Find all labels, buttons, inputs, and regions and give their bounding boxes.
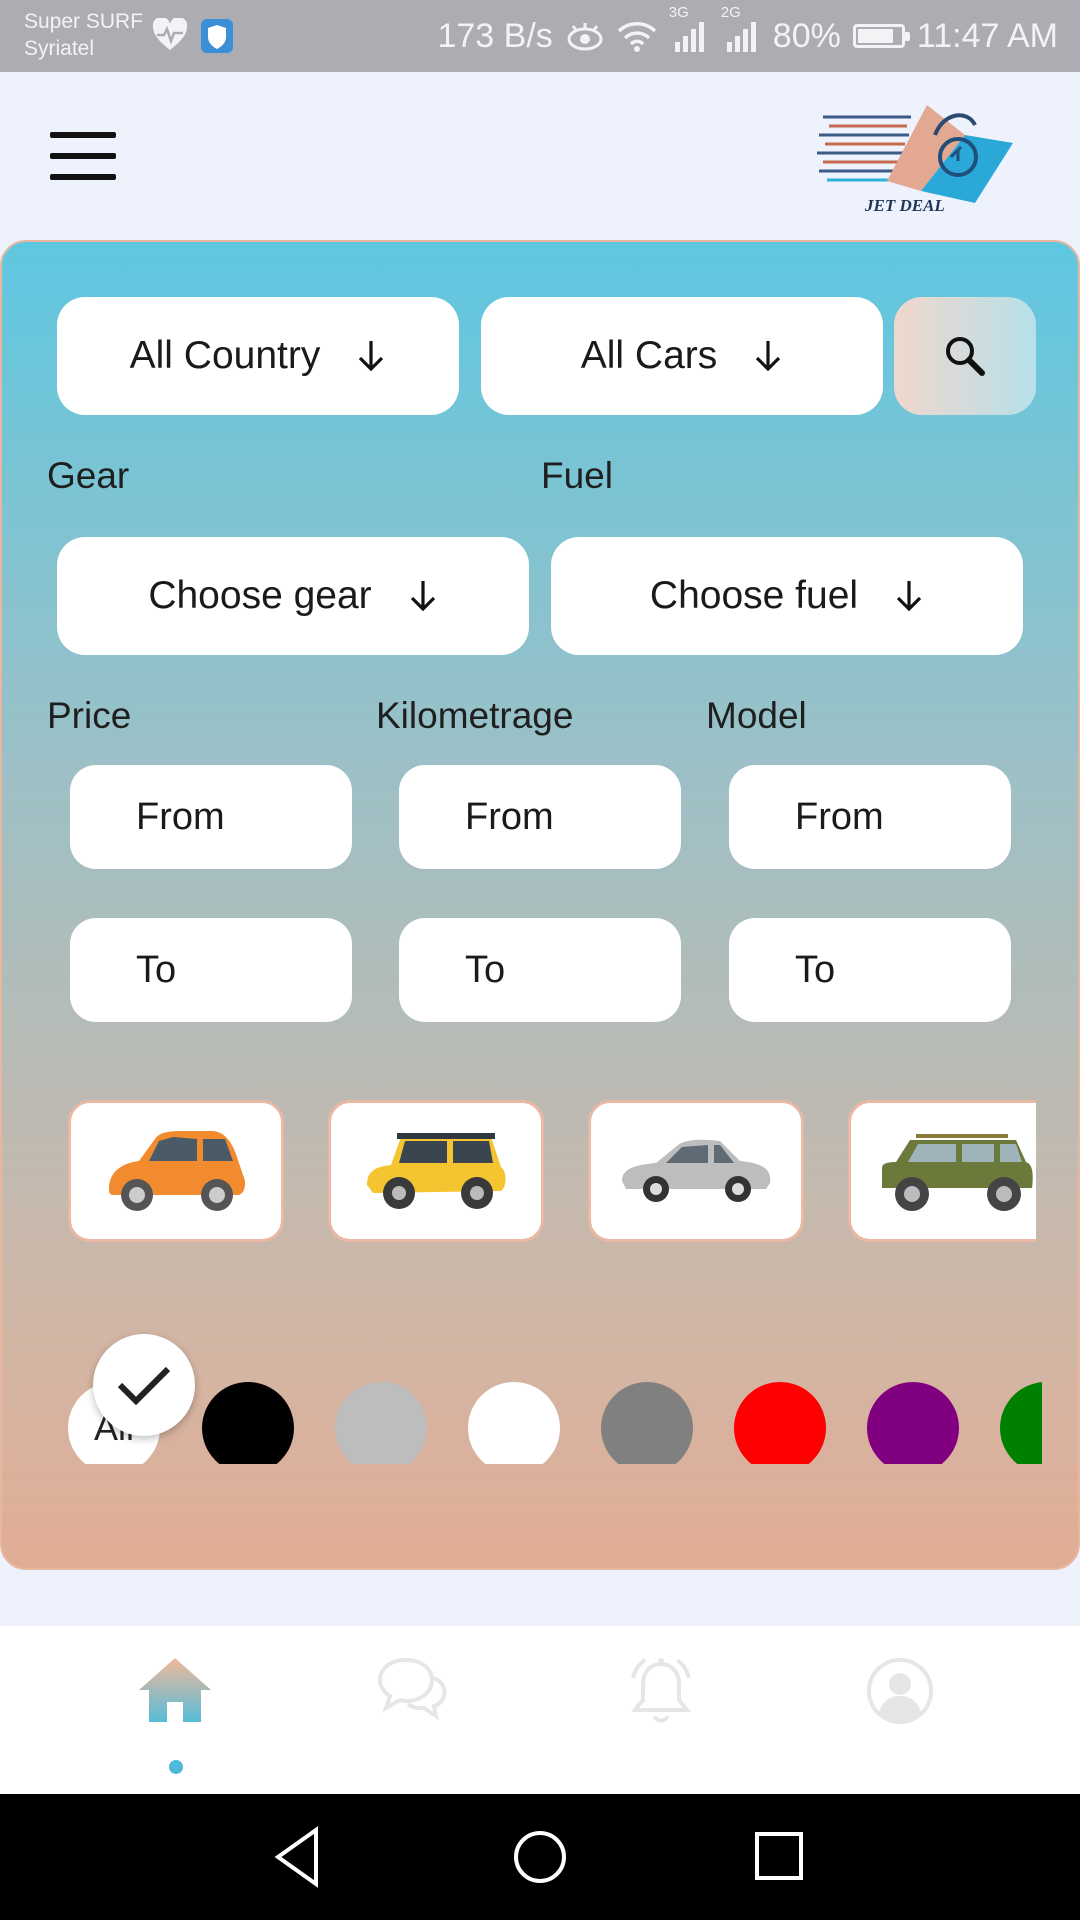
car-type-list <box>68 1100 1036 1245</box>
carrier-name: Super SURF <box>24 10 144 33</box>
country-dropdown-value: All Country <box>129 334 321 377</box>
fuel-dropdown-value: Choose fuel <box>649 574 859 617</box>
status-indicators: 173 B/s 3G 2G 80% 11:47 AM <box>437 4 1058 58</box>
chat-icon <box>377 1657 447 1720</box>
arrow-down-icon <box>359 341 384 372</box>
car-type-city-car[interactable] <box>68 1100 284 1242</box>
search-icon <box>946 337 985 376</box>
signal-bars-icon <box>726 22 756 52</box>
kilometrage-label: Kilometrage <box>376 695 574 736</box>
filter-panel: All Country All Cars Gear Fuel Choose ge… <box>0 240 1080 1570</box>
carrier-info: Super SURF Syriatel <box>24 8 143 62</box>
menu-button[interactable] <box>48 132 120 180</box>
menu-bar <box>50 153 116 159</box>
cars-dropdown-value: All Cars <box>580 334 718 377</box>
logo-text: JET DEAL <box>864 196 945 215</box>
fuel-label: Fuel <box>541 455 613 496</box>
city-car-image <box>109 1131 246 1211</box>
bottom-navigation <box>0 1626 1080 1794</box>
signal-bars-icon <box>674 22 704 52</box>
back-icon[interactable] <box>266 1822 336 1892</box>
color-list: All <box>68 1324 1042 1464</box>
car-type-suv[interactable] <box>848 1100 1036 1242</box>
battery-icon <box>852 24 910 48</box>
arrow-down-icon <box>756 341 781 372</box>
clock: 11:47 AM <box>916 16 1058 55</box>
bell-icon <box>630 1658 692 1723</box>
arrow-down-icon <box>410 581 435 612</box>
nav-chat[interactable] <box>357 1656 467 1766</box>
nav-home[interactable] <box>120 1656 230 1766</box>
sedan-image <box>622 1139 771 1202</box>
color-swatch-green[interactable] <box>1000 1382 1042 1464</box>
color-swatch-purple[interactable] <box>867 1382 959 1464</box>
arrow-down-icon <box>896 581 922 612</box>
km-to-input[interactable]: To <box>399 918 681 1022</box>
nav-notifications[interactable] <box>606 1656 716 1766</box>
profile-icon <box>867 1658 933 1724</box>
carrier-operator: Syriatel <box>24 37 95 60</box>
battery-percent: 80% <box>772 16 841 55</box>
recent-apps-icon[interactable] <box>745 1822 815 1892</box>
system-navigation-bar <box>0 1794 1080 1920</box>
fuel-dropdown[interactable]: Choose fuel <box>551 537 1023 655</box>
color-swatch-light-gray[interactable] <box>335 1382 427 1464</box>
model-to-input[interactable]: To <box>729 918 1011 1022</box>
eye-comfort-icon <box>567 23 603 51</box>
active-nav-indicator <box>169 1760 183 1774</box>
model-label: Model <box>706 695 807 736</box>
net-speed: 173 B/s <box>437 16 553 55</box>
home-icon <box>139 1658 211 1722</box>
wifi-icon <box>617 22 657 52</box>
signal-3g: 3G <box>669 4 709 54</box>
country-dropdown[interactable]: All Country <box>57 297 459 415</box>
color-swatch-white[interactable] <box>468 1382 560 1464</box>
price-to-input[interactable]: To <box>70 918 352 1022</box>
gear-dropdown[interactable]: Choose gear <box>57 537 529 655</box>
color-swatch-red[interactable] <box>734 1382 826 1464</box>
nav-profile[interactable] <box>845 1656 955 1766</box>
jet-deal-logo: JET DEAL <box>817 105 1013 215</box>
gear-dropdown-value: Choose gear <box>148 574 372 617</box>
home-circle-icon[interactable] <box>505 1822 575 1892</box>
shield-icon <box>201 19 233 53</box>
selected-check <box>93 1334 195 1436</box>
status-bar: Super SURF Syriatel 173 B/s 3G 2G 80% 11… <box>0 0 1080 72</box>
hatchback-image <box>367 1133 506 1209</box>
model-from-input[interactable]: From <box>729 765 1011 869</box>
menu-bar <box>50 174 116 180</box>
km-from-input[interactable]: From <box>399 765 681 869</box>
menu-bar <box>50 132 116 138</box>
heart-rate-icon <box>152 18 188 50</box>
check-icon <box>117 1366 171 1406</box>
color-swatch-gray[interactable] <box>601 1382 693 1464</box>
battery-fill <box>857 29 894 43</box>
suv-image <box>882 1134 1033 1211</box>
price-label: Price <box>47 695 132 736</box>
price-from-input[interactable]: From <box>70 765 352 869</box>
car-type-sedan[interactable] <box>588 1100 804 1242</box>
color-swatch-black[interactable] <box>202 1382 294 1464</box>
car-type-hatchback[interactable] <box>328 1100 544 1242</box>
cars-dropdown[interactable]: All Cars <box>481 297 883 415</box>
search-button[interactable] <box>894 297 1036 415</box>
signal-2g: 2G <box>721 4 761 54</box>
gear-label: Gear <box>47 455 130 496</box>
